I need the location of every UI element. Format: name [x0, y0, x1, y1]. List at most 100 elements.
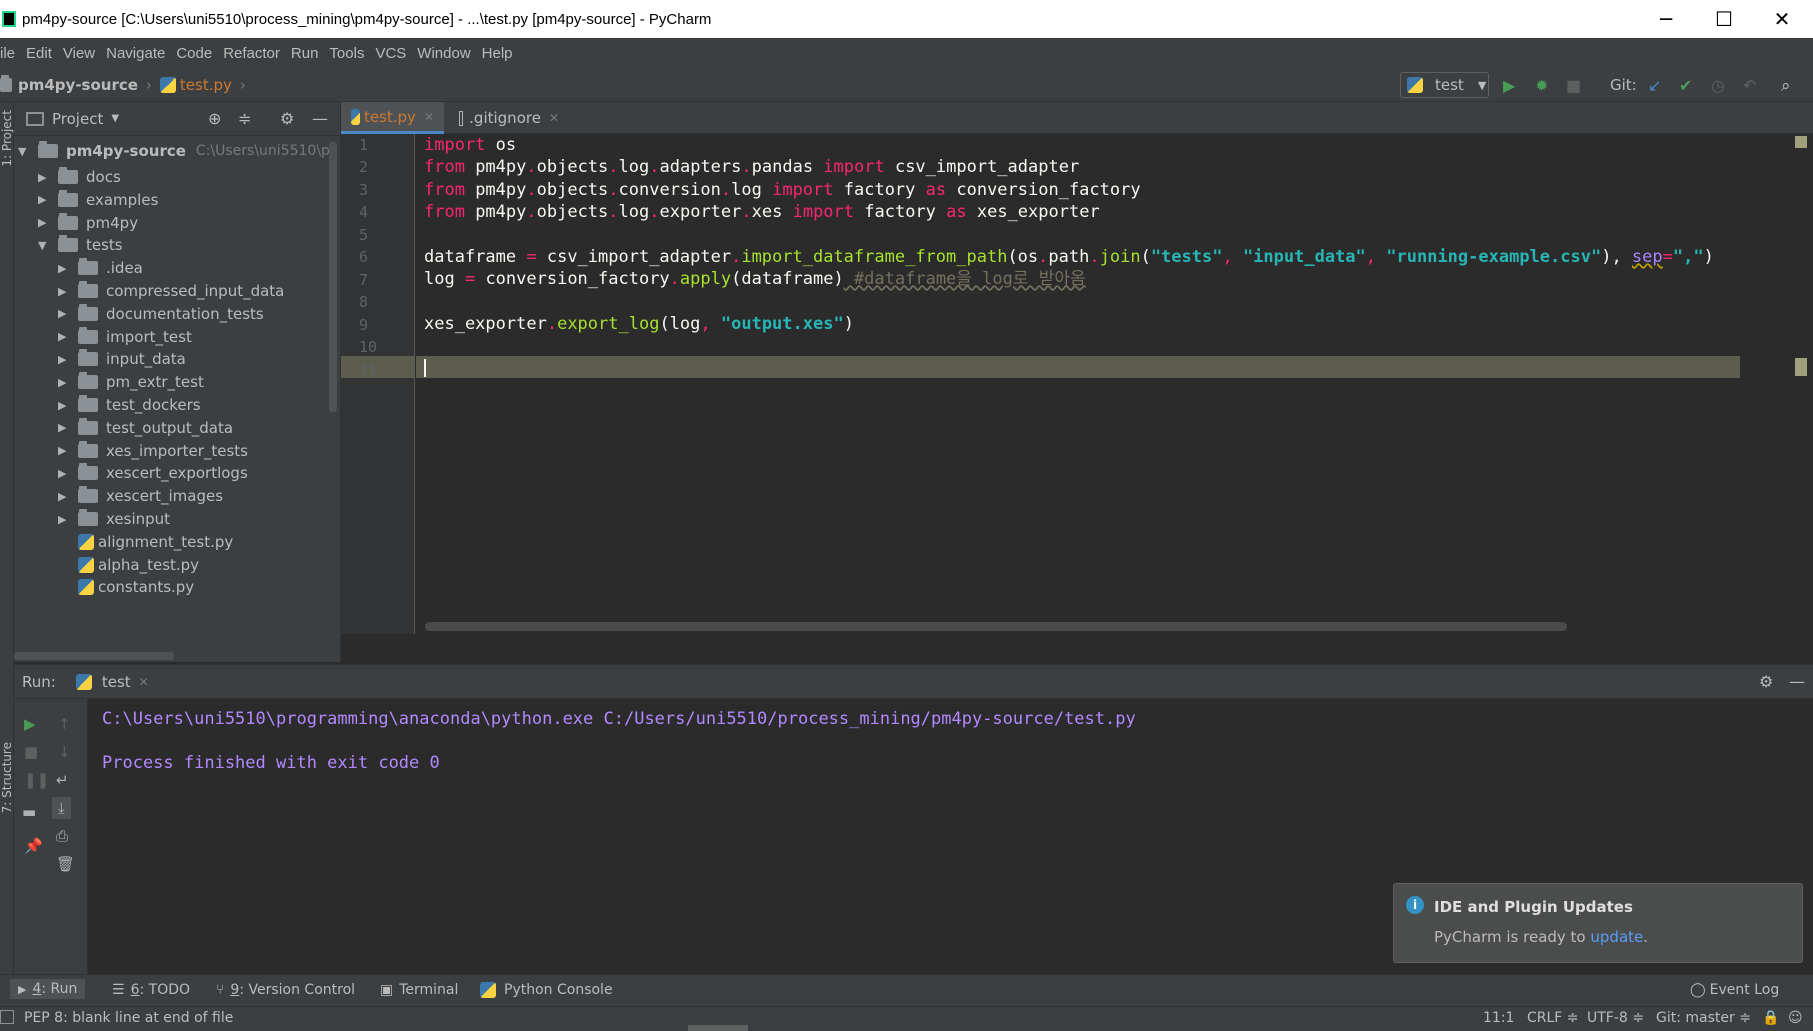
tab-gitignore[interactable]: .gitignore ✕ [449, 102, 569, 134]
run-icon[interactable]: ▶ [1503, 76, 1515, 95]
breadcrumb-project[interactable]: pm4py-source [18, 76, 138, 94]
menu-run[interactable]: Run [291, 45, 319, 62]
tab-python-console[interactable]: Python Console [480, 982, 613, 998]
lock-icon[interactable]: 🔒 [1762, 1010, 1779, 1026]
file-encoding[interactable]: UTF-8 ≑ [1587, 1010, 1644, 1026]
project-panel-title[interactable]: Project [52, 110, 103, 128]
stop-icon[interactable]: ■ [1566, 76, 1581, 95]
debug-icon[interactable]: ✹ [1535, 76, 1548, 95]
caret-position[interactable]: 11:1 [1483, 1010, 1514, 1026]
run-panel-header: Run: test ✕ ⚙ — [14, 665, 1813, 699]
inspector-icon[interactable]: ☺ [1788, 1010, 1803, 1026]
line-separator[interactable]: CRLF ≑ [1527, 1010, 1579, 1026]
expand-arrow-icon[interactable]: ▶ [38, 193, 48, 206]
toggle-tool-windows-icon[interactable] [0, 1010, 14, 1024]
code-editor[interactable]: import os from pm4py.objects.log.adapter… [416, 134, 1808, 634]
git-branch[interactable]: Git: master ≑ [1656, 1010, 1751, 1026]
expand-arrow-icon[interactable]: ▶ [38, 216, 48, 229]
editor-hscrollbar[interactable] [425, 622, 1567, 631]
menu-window[interactable]: Window [417, 45, 470, 62]
tab-version-control[interactable]: ⑂ 9: Version Control [216, 982, 355, 998]
git-commit-icon[interactable]: ✔ [1679, 76, 1692, 95]
tree-root-path: C:\Users\uni5510\proc [195, 143, 332, 159]
close-tab-icon[interactable]: ✕ [424, 110, 434, 124]
editor-tabs: test.py ✕ .gitignore ✕ [341, 102, 1813, 134]
scroll-marker[interactable] [1795, 358, 1807, 376]
close-button[interactable]: ✕ [1753, 0, 1811, 38]
tree-item-label: xesinput [106, 510, 171, 528]
expand-arrow-icon[interactable]: ▶ [38, 171, 48, 184]
expand-arrow-icon[interactable]: ▶ [58, 353, 68, 366]
tree-root[interactable]: ▼ pm4py-source C:\Users\uni5510\proc [18, 138, 332, 164]
run-icon: ▶ [18, 982, 27, 996]
current-line-gutter [341, 356, 415, 378]
collapse-arrow-icon[interactable]: ▼ [38, 239, 48, 252]
chevron-down-icon[interactable]: ▼ [111, 113, 119, 124]
folder-icon [78, 372, 98, 390]
expand-arrow-icon[interactable]: ▶ [58, 285, 68, 298]
run-configuration-select[interactable]: test ▼ [1400, 72, 1489, 98]
close-tab-icon[interactable]: ✕ [139, 675, 149, 689]
expand-arrow-icon[interactable]: ▶ [58, 330, 68, 343]
collapse-all-icon[interactable]: ≑ [238, 109, 251, 128]
folder-icon [58, 235, 78, 253]
code-line-9: xes_exporter.export_log(log, "output.xes… [424, 314, 854, 334]
line-number: 9 [359, 316, 369, 334]
tree-item-label: examples [86, 190, 159, 209]
tree-file[interactable]: constants.py [78, 574, 194, 600]
expand-arrow-icon[interactable]: ▶ [58, 444, 68, 457]
expand-arrow-icon[interactable]: ▶ [58, 467, 68, 480]
expand-arrow-icon[interactable]: ▶ [58, 421, 68, 434]
menu-vcs[interactable]: VCS [375, 45, 406, 62]
breadcrumb-separator-icon: › [145, 75, 152, 94]
expand-arrow-icon[interactable]: ▶ [58, 513, 68, 526]
git-update-icon[interactable]: ↙ [1648, 76, 1661, 95]
update-notification[interactable]: i IDE and Plugin Updates PyCharm is read… [1393, 883, 1803, 963]
search-icon[interactable]: ⌕ [1781, 76, 1791, 96]
menu-navigate[interactable]: Navigate [106, 45, 165, 62]
close-tab-icon[interactable]: ✕ [549, 111, 559, 125]
history-icon[interactable]: ◷ [1711, 76, 1725, 95]
tree-hscrollbar[interactable] [14, 652, 174, 660]
hide-icon[interactable]: — [312, 109, 328, 128]
tab-run[interactable]: ▶ 4: Run [10, 979, 86, 999]
expand-arrow-icon[interactable]: ▶ [58, 262, 68, 275]
maximize-button[interactable]: ☐ [1695, 0, 1753, 38]
expand-arrow-icon[interactable]: ▶ [58, 490, 68, 503]
expand-arrow-icon[interactable]: ▼ [18, 145, 28, 158]
breadcrumb-file[interactable]: test.py [180, 76, 232, 94]
minimize-button[interactable]: ─ [1637, 0, 1695, 38]
gear-icon[interactable]: ⚙ [280, 109, 294, 128]
menu-tools[interactable]: Tools [329, 45, 364, 62]
menu-help[interactable]: Help [482, 45, 513, 62]
tab-terminal[interactable]: ▣ Terminal [380, 982, 458, 998]
update-link[interactable]: update [1590, 928, 1643, 946]
status-scrollbar[interactable] [688, 1025, 748, 1031]
left-tool-strip: 1: Project 7: Structure 2: Favorites [0, 102, 28, 1016]
menu-refactor[interactable]: Refactor [223, 45, 280, 62]
list-icon: ☰ [112, 982, 125, 998]
menu-file[interactable]: ile [0, 45, 15, 62]
inspection-marker[interactable] [1795, 136, 1807, 148]
side-tab-structure[interactable]: 7: Structure [0, 742, 14, 813]
tree-scrollbar[interactable] [329, 142, 337, 412]
expand-arrow-icon[interactable]: ▶ [58, 376, 68, 389]
tab-test-py[interactable]: test.py ✕ [341, 102, 444, 134]
python-file-icon [78, 579, 94, 596]
side-tab-project[interactable]: 1: Project [0, 110, 14, 167]
hide-icon[interactable]: — [1789, 672, 1805, 691]
gear-icon[interactable]: ⚙ [1759, 672, 1773, 691]
event-log-button[interactable]: ◯ Event Log [1690, 982, 1779, 998]
menu-edit[interactable]: Edit [26, 45, 52, 62]
menu-code[interactable]: Code [176, 45, 212, 62]
expand-arrow-icon[interactable]: ▶ [58, 307, 68, 320]
tree-root-name: pm4py-source [66, 142, 186, 160]
locate-icon[interactable]: ⊕ [208, 109, 221, 128]
expand-arrow-icon[interactable]: ▶ [58, 399, 68, 412]
revert-icon[interactable]: ↶ [1743, 76, 1756, 95]
run-tab-test[interactable]: test [102, 673, 131, 691]
tab-todo[interactable]: ☰ 6: TODO [112, 982, 190, 998]
run-label: Run: [22, 672, 56, 691]
run-config-label: test [1435, 76, 1464, 94]
menu-view[interactable]: View [63, 45, 95, 62]
